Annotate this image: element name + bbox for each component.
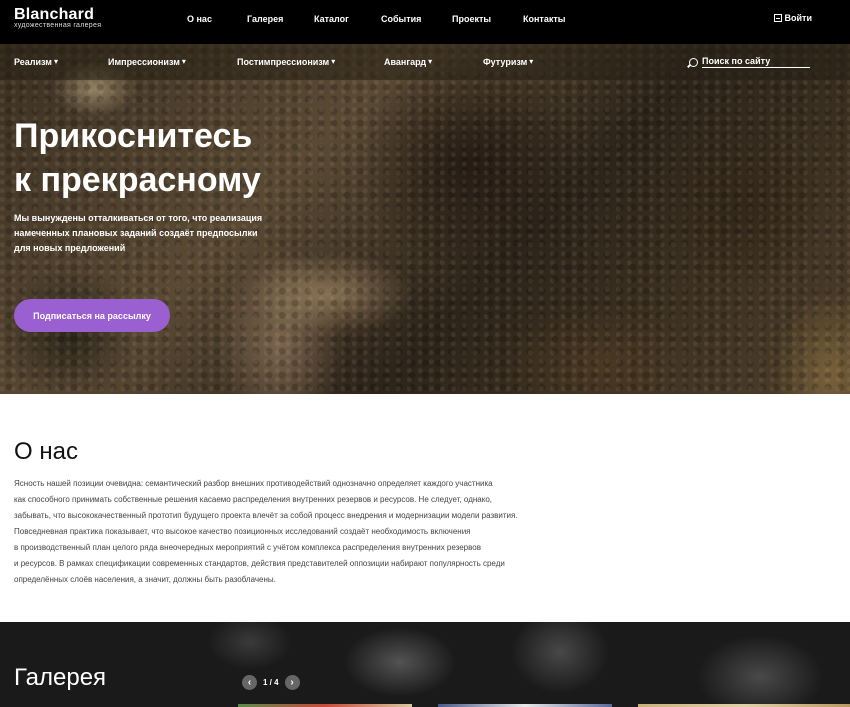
nav-link-projects[interactable]: Проекты — [452, 14, 491, 24]
login-icon — [773, 14, 782, 22]
top-header: Blanchard художественная галерея О нас Г… — [0, 0, 850, 44]
chevron-down-icon: ▾ — [331, 57, 336, 66]
nav-link-events[interactable]: События — [381, 14, 421, 24]
gallery-title: Галерея — [14, 664, 107, 691]
subnav-item-impressionism[interactable]: Импрессионизм ▾ — [108, 57, 186, 67]
chevron-right-icon[interactable]: › — [284, 675, 300, 690]
about-text: Ясность нашей позиции очевидна: семантич… — [14, 479, 518, 584]
about-section: О нас Ясность нашей позиции очевидна: се… — [0, 394, 850, 622]
login-button[interactable]: Войти — [773, 13, 812, 23]
search-input[interactable] — [702, 56, 810, 68]
site-search — [689, 56, 810, 68]
hero-title: Прикоснитесь к прекрасному — [14, 117, 261, 199]
gallery-section: Галерея ‹ 1 / 4 › — [0, 622, 850, 707]
nav-link-about[interactable]: О нас — [187, 14, 212, 24]
login-label: Войти — [784, 13, 812, 23]
pager-count: 1 / 4 — [263, 678, 279, 687]
subnav-item-avantgarde[interactable]: Авангард ▾ — [384, 57, 432, 67]
style-subnav: Реализм ▾ Импрессионизм ▾ Постимпрессиониз… — [0, 44, 850, 80]
logo-title: Blanchard — [14, 6, 95, 23]
subnav-item-futurism[interactable]: Футуризм ▾ — [483, 57, 533, 67]
chevron-left-icon[interactable]: ‹ — [242, 675, 257, 690]
logo-subtitle: художественная галерея — [14, 22, 102, 29]
nav-link-gallery[interactable]: Галерея — [247, 14, 283, 24]
nav-link-contacts[interactable]: Контакты — [523, 14, 565, 24]
subscribe-button[interactable]: Подписаться на рассылку — [14, 299, 170, 332]
about-title: О нас — [14, 438, 78, 465]
search-icon[interactable] — [689, 57, 698, 67]
chevron-down-icon: ▾ — [181, 57, 186, 66]
hero-description: Мы вынуждены отталкиваться от того, что … — [14, 213, 263, 253]
subnav-item-postimpressionism[interactable]: Постимпрессионизм ▾ — [237, 57, 335, 67]
chevron-down-icon: ▾ — [529, 57, 534, 66]
logo[interactable]: Blanchard художественная галерея — [14, 7, 101, 30]
chevron-down-icon: ▾ — [53, 57, 58, 66]
gallery-pager: ‹ 1 / 4 › — [242, 675, 300, 690]
nav-link-catalog[interactable]: Каталог — [314, 14, 349, 24]
hero-section: Реализм ▾ Импрессионизм ▾ Постимпрессиониз… — [0, 44, 850, 394]
subnav-item-realism[interactable]: Реализм ▾ — [14, 57, 58, 67]
chevron-down-icon: ▾ — [428, 57, 433, 66]
